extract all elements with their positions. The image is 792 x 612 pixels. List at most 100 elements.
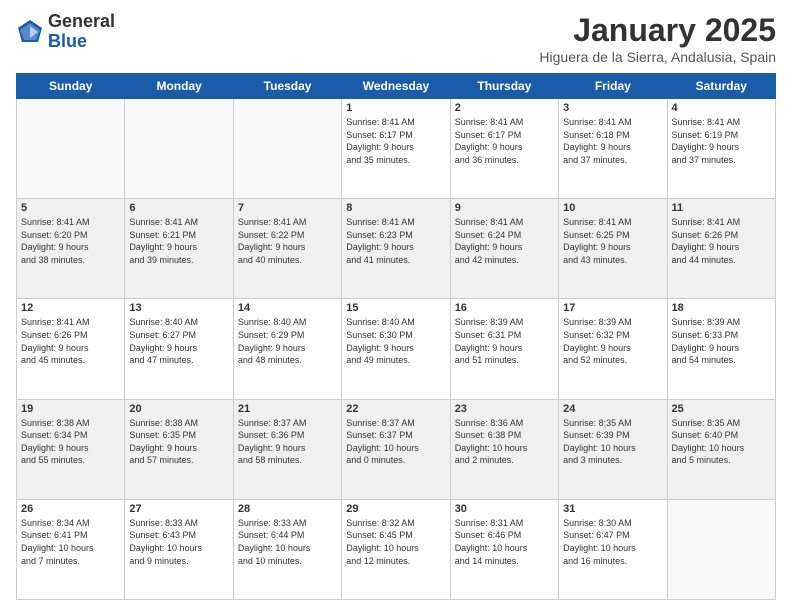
day-number: 17: [563, 302, 662, 314]
table-row: 17 Sunrise: 8:39 AM Sunset: 6:32 PM Dayli…: [559, 299, 667, 399]
table-row: 30 Sunrise: 8:31 AM Sunset: 6:46 PM Dayli…: [450, 499, 558, 599]
col-tuesday: Tuesday: [233, 74, 341, 99]
day-info: Sunrise: 8:39 AM Sunset: 6:33 PM Dayligh…: [672, 316, 771, 366]
table-row: 18 Sunrise: 8:39 AM Sunset: 6:33 PM Dayli…: [667, 299, 775, 399]
day-info: Sunrise: 8:38 AM Sunset: 6:35 PM Dayligh…: [129, 417, 228, 467]
day-number: 20: [129, 403, 228, 415]
day-number: 13: [129, 302, 228, 314]
table-row: 8 Sunrise: 8:41 AM Sunset: 6:23 PM Daylig…: [342, 199, 450, 299]
table-row: 25Sunrise: 8:35 AM Sunset: 6:40 PM Dayli…: [667, 399, 775, 499]
table-row: 7 Sunrise: 8:41 AM Sunset: 6:22 PM Daylig…: [233, 199, 341, 299]
day-info: Sunrise: 8:41 AM Sunset: 6:26 PM Dayligh…: [21, 316, 120, 366]
day-number: 28: [238, 503, 337, 515]
calendar-body: 1 Sunrise: 8:41 AM Sunset: 6:17 PM Daylig…: [17, 99, 776, 600]
calendar-table: Sunday Monday Tuesday Wednesday Thursday…: [16, 73, 776, 600]
day-info: Sunrise: 8:41 AM Sunset: 6:24 PM Dayligh…: [455, 216, 554, 266]
day-info: Sunrise: 8:31 AM Sunset: 6:46 PM Dayligh…: [455, 517, 554, 567]
day-number: 7: [238, 202, 337, 214]
table-row: [125, 99, 233, 199]
table-row: 26 Sunrise: 8:34 AM Sunset: 6:41 PM Dayli…: [17, 499, 125, 599]
table-row: 31 Sunrise: 8:30 AM Sunset: 6:47 PM Dayli…: [559, 499, 667, 599]
day-number: 12: [21, 302, 120, 314]
col-friday: Friday: [559, 74, 667, 99]
day-number: 6: [129, 202, 228, 214]
day-number: 8: [346, 202, 445, 214]
day-info: Sunrise: 8:37 AM Sunset: 6:37 PM Dayligh…: [346, 417, 445, 467]
table-row: 3Sunrise: 8:41 AM Sunset: 6:18 PM Daylig…: [559, 99, 667, 199]
day-info: Sunrise: 8:41 AM Sunset: 6:17 PM Dayligh…: [346, 116, 445, 166]
day-info: Sunrise: 8:41 AM Sunset: 6:21 PM Dayligh…: [129, 216, 228, 266]
col-monday: Monday: [125, 74, 233, 99]
day-number: 31: [563, 503, 662, 515]
day-number: 15: [346, 302, 445, 314]
day-info: Sunrise: 8:40 AM Sunset: 6:27 PM Dayligh…: [129, 316, 228, 366]
day-number: 30: [455, 503, 554, 515]
header: General Blue January 2025 Higuera de la …: [16, 12, 776, 65]
month-title: January 2025: [539, 12, 776, 49]
table-row: 11 Sunrise: 8:41 AM Sunset: 6:26 PM Dayli…: [667, 199, 775, 299]
day-number: 18: [672, 302, 771, 314]
day-info: Sunrise: 8:40 AM Sunset: 6:30 PM Dayligh…: [346, 316, 445, 366]
day-number: 27: [129, 503, 228, 515]
calendar-week-row: 12 Sunrise: 8:41 AM Sunset: 6:26 PM Dayli…: [17, 299, 776, 399]
day-info: Sunrise: 8:41 AM Sunset: 6:17 PM Dayligh…: [455, 116, 554, 166]
day-number: 11: [672, 202, 771, 214]
day-number: 21: [238, 403, 337, 415]
col-wednesday: Wednesday: [342, 74, 450, 99]
day-number: 10: [563, 202, 662, 214]
day-info: Sunrise: 8:35 AM Sunset: 6:39 PM Dayligh…: [563, 417, 662, 467]
calendar-week-row: 26 Sunrise: 8:34 AM Sunset: 6:41 PM Dayli…: [17, 499, 776, 599]
table-row: 23Sunrise: 8:36 AM Sunset: 6:38 PM Dayli…: [450, 399, 558, 499]
table-row: 5 Sunrise: 8:41 AM Sunset: 6:20 PM Daylig…: [17, 199, 125, 299]
day-info: Sunrise: 8:41 AM Sunset: 6:25 PM Dayligh…: [563, 216, 662, 266]
day-info: Sunrise: 8:36 AM Sunset: 6:38 PM Dayligh…: [455, 417, 554, 467]
calendar-week-row: 5 Sunrise: 8:41 AM Sunset: 6:20 PM Daylig…: [17, 199, 776, 299]
day-number: 9: [455, 202, 554, 214]
day-info: Sunrise: 8:37 AM Sunset: 6:36 PM Dayligh…: [238, 417, 337, 467]
col-saturday: Saturday: [667, 74, 775, 99]
day-info: Sunrise: 8:41 AM Sunset: 6:22 PM Dayligh…: [238, 216, 337, 266]
day-info: Sunrise: 8:39 AM Sunset: 6:31 PM Dayligh…: [455, 316, 554, 366]
day-info: Sunrise: 8:30 AM Sunset: 6:47 PM Dayligh…: [563, 517, 662, 567]
day-info: Sunrise: 8:41 AM Sunset: 6:19 PM Dayligh…: [672, 116, 771, 166]
table-row: 2 Sunrise: 8:41 AM Sunset: 6:17 PM Daylig…: [450, 99, 558, 199]
table-row: 6 Sunrise: 8:41 AM Sunset: 6:21 PM Daylig…: [125, 199, 233, 299]
day-number: 25: [672, 403, 771, 415]
table-row: 29Sunrise: 8:32 AM Sunset: 6:45 PM Dayli…: [342, 499, 450, 599]
table-row: 9 Sunrise: 8:41 AM Sunset: 6:24 PM Daylig…: [450, 199, 558, 299]
calendar-week-row: 19 Sunrise: 8:38 AM Sunset: 6:34 PM Dayli…: [17, 399, 776, 499]
day-info: Sunrise: 8:39 AM Sunset: 6:32 PM Dayligh…: [563, 316, 662, 366]
day-number: 24: [563, 403, 662, 415]
table-row: 12 Sunrise: 8:41 AM Sunset: 6:26 PM Dayli…: [17, 299, 125, 399]
table-row: 10 Sunrise: 8:41 AM Sunset: 6:25 PM Dayli…: [559, 199, 667, 299]
day-info: Sunrise: 8:41 AM Sunset: 6:26 PM Dayligh…: [672, 216, 771, 266]
location: Higuera de la Sierra, Andalusia, Spain: [539, 49, 776, 65]
table-row: 14Sunrise: 8:40 AM Sunset: 6:29 PM Dayli…: [233, 299, 341, 399]
day-info: Sunrise: 8:41 AM Sunset: 6:20 PM Dayligh…: [21, 216, 120, 266]
table-row: 1 Sunrise: 8:41 AM Sunset: 6:17 PM Daylig…: [342, 99, 450, 199]
table-row: 20 Sunrise: 8:38 AM Sunset: 6:35 PM Dayli…: [125, 399, 233, 499]
day-number: 2: [455, 102, 554, 114]
day-info: Sunrise: 8:34 AM Sunset: 6:41 PM Dayligh…: [21, 517, 120, 567]
table-row: [667, 499, 775, 599]
day-info: Sunrise: 8:32 AM Sunset: 6:45 PM Dayligh…: [346, 517, 445, 567]
day-number: 1: [346, 102, 445, 114]
day-info: Sunrise: 8:38 AM Sunset: 6:34 PM Dayligh…: [21, 417, 120, 467]
day-info: Sunrise: 8:41 AM Sunset: 6:18 PM Dayligh…: [563, 116, 662, 166]
page: General Blue January 2025 Higuera de la …: [0, 0, 792, 612]
day-number: 19: [21, 403, 120, 415]
table-row: 19 Sunrise: 8:38 AM Sunset: 6:34 PM Dayli…: [17, 399, 125, 499]
col-sunday: Sunday: [17, 74, 125, 99]
calendar-header-row: Sunday Monday Tuesday Wednesday Thursday…: [17, 74, 776, 99]
logo-blue: Blue: [48, 32, 115, 52]
table-row: 24 Sunrise: 8:35 AM Sunset: 6:39 PM Dayli…: [559, 399, 667, 499]
day-info: Sunrise: 8:41 AM Sunset: 6:23 PM Dayligh…: [346, 216, 445, 266]
day-number: 5: [21, 202, 120, 214]
table-row: 13 Sunrise: 8:40 AM Sunset: 6:27 PM Dayli…: [125, 299, 233, 399]
table-row: 27 Sunrise: 8:33 AM Sunset: 6:43 PM Dayli…: [125, 499, 233, 599]
logo-general: General: [48, 12, 115, 32]
day-info: Sunrise: 8:33 AM Sunset: 6:44 PM Dayligh…: [238, 517, 337, 567]
table-row: 22Sunrise: 8:37 AM Sunset: 6:37 PM Dayli…: [342, 399, 450, 499]
day-info: Sunrise: 8:33 AM Sunset: 6:43 PM Dayligh…: [129, 517, 228, 567]
day-number: 26: [21, 503, 120, 515]
